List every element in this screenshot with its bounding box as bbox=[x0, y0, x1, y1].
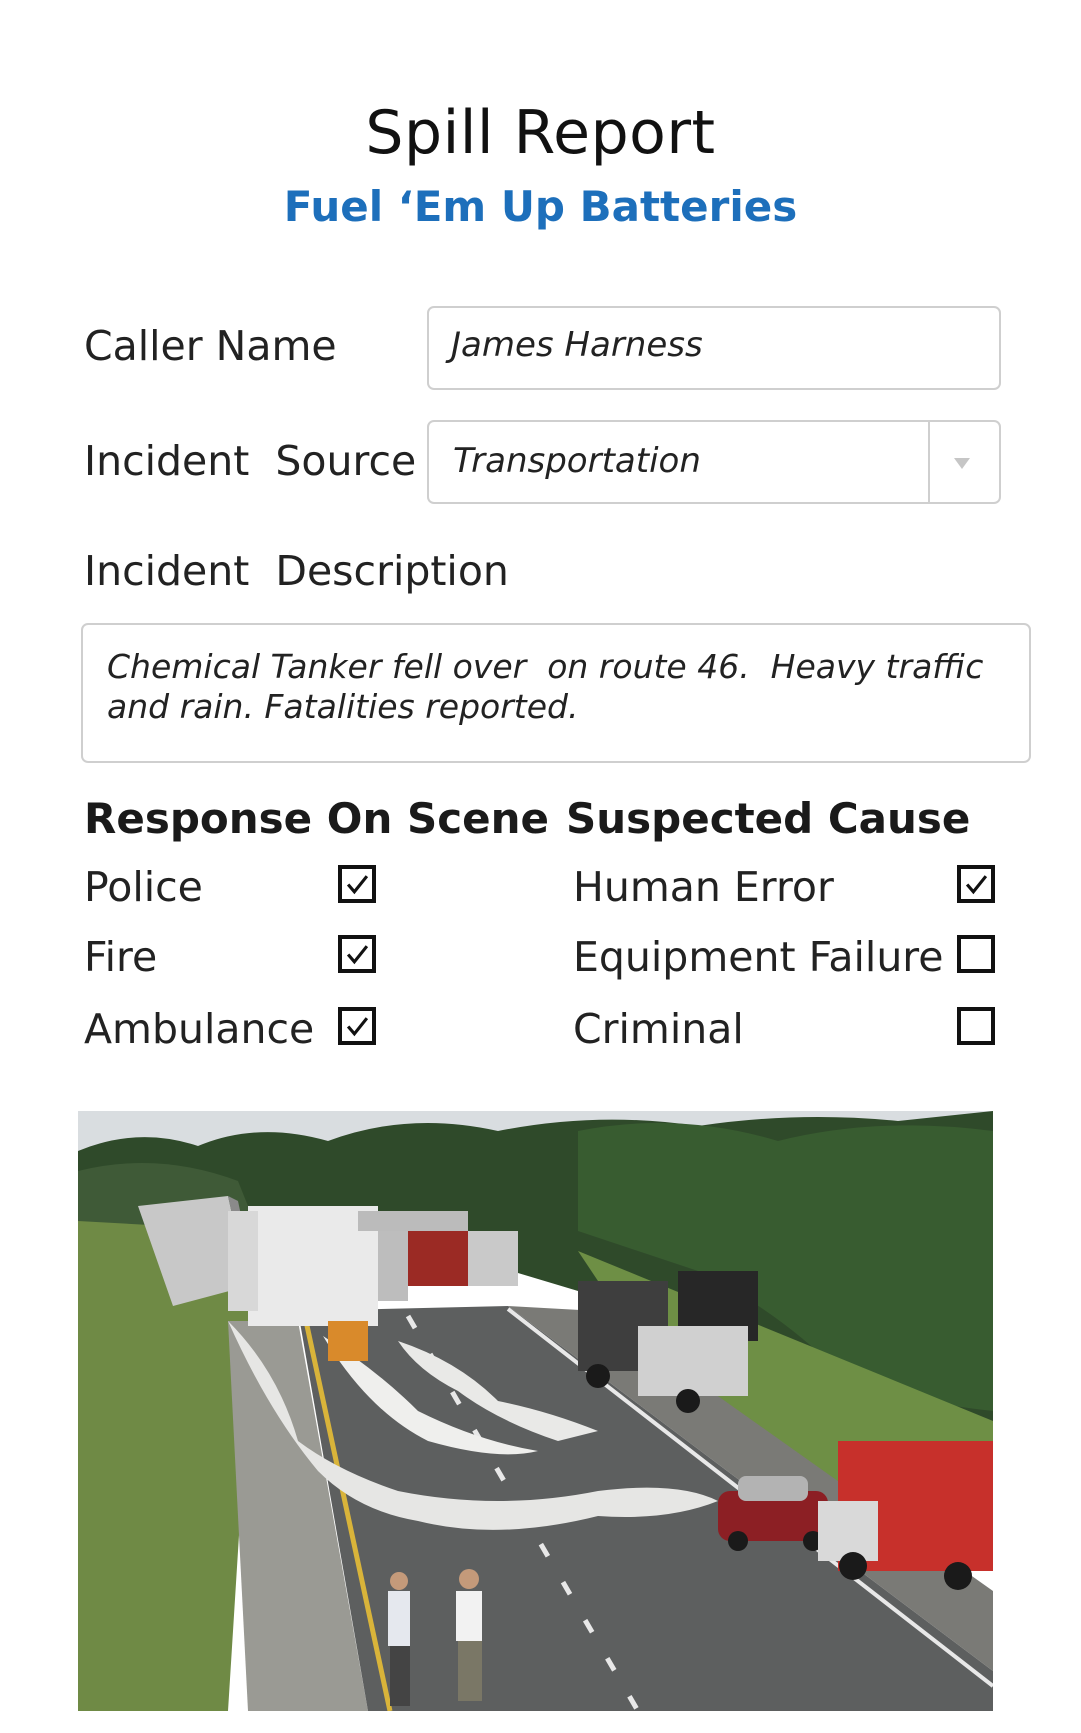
checkmark-icon bbox=[346, 1017, 369, 1037]
caller-name-field[interactable]: James Harness bbox=[427, 306, 1001, 390]
cause-label-criminal: Criminal bbox=[573, 1005, 744, 1053]
select-divider bbox=[928, 422, 930, 502]
response-label-ambulance: Ambulance bbox=[84, 1005, 315, 1053]
response-heading: Response On Scene bbox=[84, 794, 549, 843]
caller-name-label: Caller Name bbox=[84, 322, 337, 370]
checkmark-icon bbox=[346, 945, 369, 965]
police-checkbox[interactable] bbox=[338, 865, 376, 903]
page-title: Spill Report bbox=[365, 98, 716, 168]
equipment-failure-checkbox[interactable] bbox=[957, 935, 995, 973]
checkmark-icon bbox=[965, 875, 988, 895]
incident-source-value: Transportation bbox=[453, 441, 701, 481]
fire-checkbox[interactable] bbox=[338, 935, 376, 973]
checkmark-icon bbox=[346, 875, 369, 895]
incident-description-value: Chemical Tanker fell over on route 46. H… bbox=[107, 647, 994, 726]
cause-label-equipment-failure: Equipment Failure bbox=[573, 933, 944, 981]
incident-description-label: Incident Description bbox=[84, 547, 509, 595]
caller-name-value: James Harness bbox=[451, 325, 703, 365]
accident-scene-image bbox=[78, 1111, 993, 1711]
response-label-fire: Fire bbox=[84, 933, 158, 981]
company-name: Fuel ‘Em Up Batteries bbox=[283, 182, 798, 231]
incident-description-field[interactable]: Chemical Tanker fell over on route 46. H… bbox=[81, 623, 1031, 763]
criminal-checkbox[interactable] bbox=[957, 1007, 995, 1045]
human-error-checkbox[interactable] bbox=[957, 865, 995, 903]
cause-heading: Suspected Cause bbox=[566, 794, 971, 843]
response-label-police: Police bbox=[84, 863, 203, 911]
ambulance-checkbox[interactable] bbox=[338, 1007, 376, 1045]
cause-label-human-error: Human Error bbox=[573, 863, 834, 911]
chevron-down-icon[interactable] bbox=[954, 458, 970, 469]
incident-photo bbox=[78, 1111, 993, 1711]
incident-source-label: Incident Source bbox=[84, 437, 417, 485]
incident-source-select[interactable]: Transportation bbox=[427, 420, 1001, 504]
